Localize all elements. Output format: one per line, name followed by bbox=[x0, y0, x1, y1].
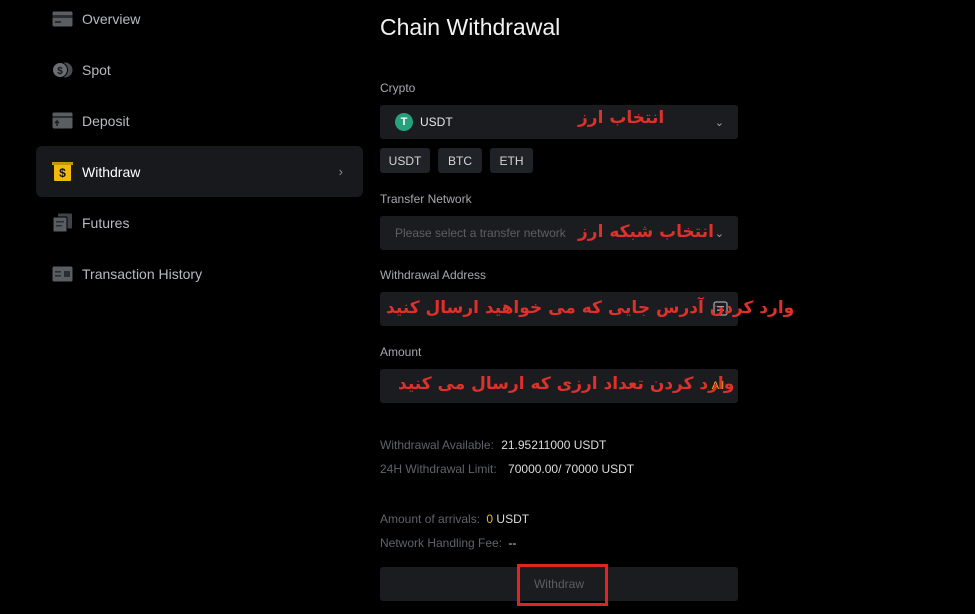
sidebar-item-label: Futures bbox=[82, 214, 130, 231]
tether-icon: T bbox=[395, 113, 413, 131]
chevron-right-icon: › bbox=[338, 164, 343, 179]
fee-value: -- bbox=[508, 536, 517, 550]
sidebar-item-overview[interactable]: Overview bbox=[36, 0, 363, 44]
limit-label: 24H Withdrawal Limit: bbox=[380, 462, 497, 476]
limit-value: 70000.00/ 70000 USDT bbox=[508, 462, 635, 476]
sidebar-item-label: Withdraw bbox=[82, 163, 141, 180]
svg-text:$: $ bbox=[59, 166, 66, 180]
selected-crypto: USDT bbox=[420, 115, 453, 129]
amount-label: Amount bbox=[380, 345, 422, 359]
annotation-select-currency: انتخاب ارز bbox=[578, 108, 665, 128]
quick-pick-eth[interactable]: ETH bbox=[490, 148, 533, 173]
overview-icon bbox=[52, 9, 73, 29]
coins-icon: $ bbox=[52, 60, 73, 80]
quick-pick-usdt[interactable]: USDT bbox=[380, 148, 430, 173]
network-handling-fee: Network Handling Fee: -- bbox=[380, 536, 516, 550]
available-value: 21.95211000 USDT bbox=[501, 438, 607, 452]
history-icon bbox=[52, 264, 73, 284]
sidebar-item-transaction-history[interactable]: Transaction History bbox=[36, 248, 363, 299]
available-label: Withdrawal Available: bbox=[380, 438, 494, 452]
crypto-select[interactable]: T USDT ⌄ bbox=[380, 105, 738, 139]
address-label: Withdrawal Address bbox=[380, 268, 487, 282]
crypto-label: Crypto bbox=[380, 81, 416, 95]
sidebar-item-spot[interactable]: $ Spot bbox=[36, 44, 363, 95]
deposit-icon bbox=[52, 111, 73, 131]
fee-label: Network Handling Fee: bbox=[380, 536, 503, 550]
sidebar-item-label: Deposit bbox=[82, 112, 130, 129]
arrivals-value: 0 bbox=[486, 512, 494, 526]
annotation-enter-amount: وارد کردن تعداد ارزی که ارسال می کنید bbox=[398, 374, 735, 394]
sidebar-item-label: Spot bbox=[82, 61, 111, 78]
withdrawal-available: Withdrawal Available: 21.95211000 USDT bbox=[380, 438, 606, 452]
sidebar-item-deposit[interactable]: Deposit bbox=[36, 95, 363, 146]
arrivals-label: Amount of arrivals: bbox=[380, 512, 481, 526]
sidebar-nav: Overview $ Spot Deposit $ Withdraw › Fut… bbox=[36, 0, 363, 300]
sidebar-item-futures[interactable]: Futures bbox=[36, 197, 363, 248]
sidebar-item-withdraw[interactable]: $ Withdraw › bbox=[36, 146, 363, 197]
amount-of-arrivals: Amount of arrivals: 0 USDT bbox=[380, 512, 529, 526]
arrivals-unit: USDT bbox=[496, 512, 530, 526]
withdraw-button[interactable]: Withdraw bbox=[380, 567, 738, 601]
withdraw-button-label: Withdraw bbox=[533, 577, 584, 591]
withdraw-dollar-icon: $ bbox=[52, 161, 73, 182]
page-title: Chain Withdrawal bbox=[380, 14, 561, 40]
annotation-select-network: انتخاب شبکه ارز bbox=[578, 222, 714, 242]
futures-icon bbox=[52, 213, 73, 233]
svg-text:$: $ bbox=[57, 66, 63, 77]
sidebar-item-label: Transaction History bbox=[82, 265, 203, 282]
network-placeholder: Please select a transfer network bbox=[395, 226, 566, 240]
chevron-down-icon: ⌄ bbox=[714, 227, 724, 240]
sidebar-item-label: Overview bbox=[82, 10, 141, 27]
annotation-enter-address: وارد کردن آدرس جایی که می خواهید ارسال ک… bbox=[386, 298, 795, 318]
withdrawal-limit: 24H Withdrawal Limit: 70000.00/ 70000 US… bbox=[380, 462, 634, 476]
chevron-down-icon: ⌄ bbox=[714, 116, 724, 129]
network-label: Transfer Network bbox=[380, 192, 472, 206]
quick-pick-btc[interactable]: BTC bbox=[438, 148, 482, 173]
